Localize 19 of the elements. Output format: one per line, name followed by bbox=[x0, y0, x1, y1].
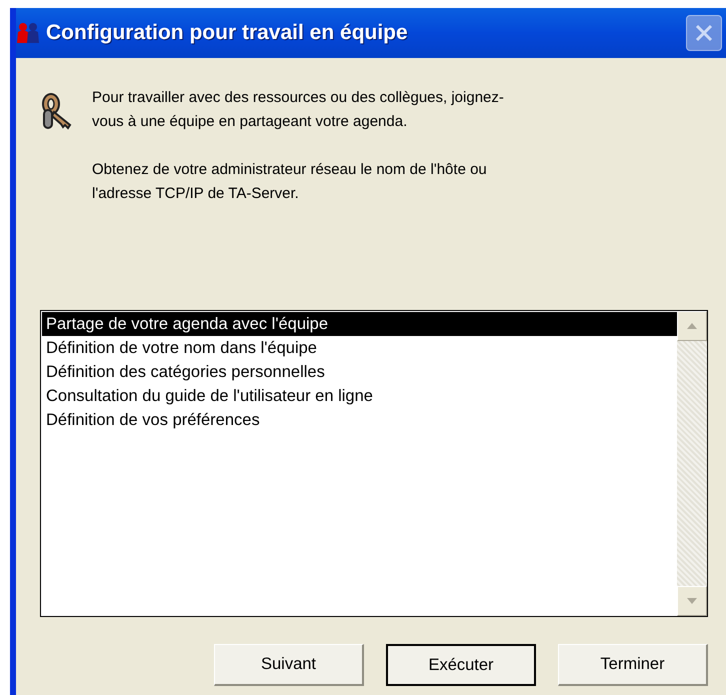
dialog-button[interactable]: Suivant bbox=[214, 644, 364, 686]
task-item[interactable]: Consultation du guide de l'utilisateur en ligne bbox=[42, 384, 677, 408]
window-title: Configuration pour travail en équipe bbox=[46, 21, 409, 45]
instruction-text: Obtenez de votre administrateur réseau le nom de l'hôte ou l'adresse TCP/IP de TA-Server. bbox=[92, 160, 488, 204]
up-arrow-icon bbox=[687, 323, 697, 329]
task-item[interactable]: Définition de vos préférences bbox=[42, 408, 677, 432]
scrollbar[interactable] bbox=[677, 311, 707, 616]
people-icon bbox=[16, 22, 40, 44]
scroll-up-button[interactable] bbox=[677, 311, 707, 341]
down-arrow-icon bbox=[687, 598, 697, 604]
task-item[interactable]: Partage de votre agenda avec l'équipe bbox=[42, 312, 677, 336]
task-item[interactable]: Définition des catégories personnelles bbox=[42, 360, 677, 384]
close-icon bbox=[693, 22, 715, 44]
task-item[interactable]: Définition de votre nom dans l'équipe bbox=[42, 336, 677, 360]
scroll-down-button[interactable] bbox=[677, 586, 707, 616]
instruction-text: Pour travailler avec des ressources ou des collègues, joignez-vous à une équipe en partageant votre agenda. bbox=[92, 88, 505, 132]
key-icon bbox=[40, 92, 74, 132]
dialog-button[interactable]: Terminer bbox=[558, 644, 708, 686]
dialog-button[interactable]: Exécuter bbox=[386, 644, 536, 686]
